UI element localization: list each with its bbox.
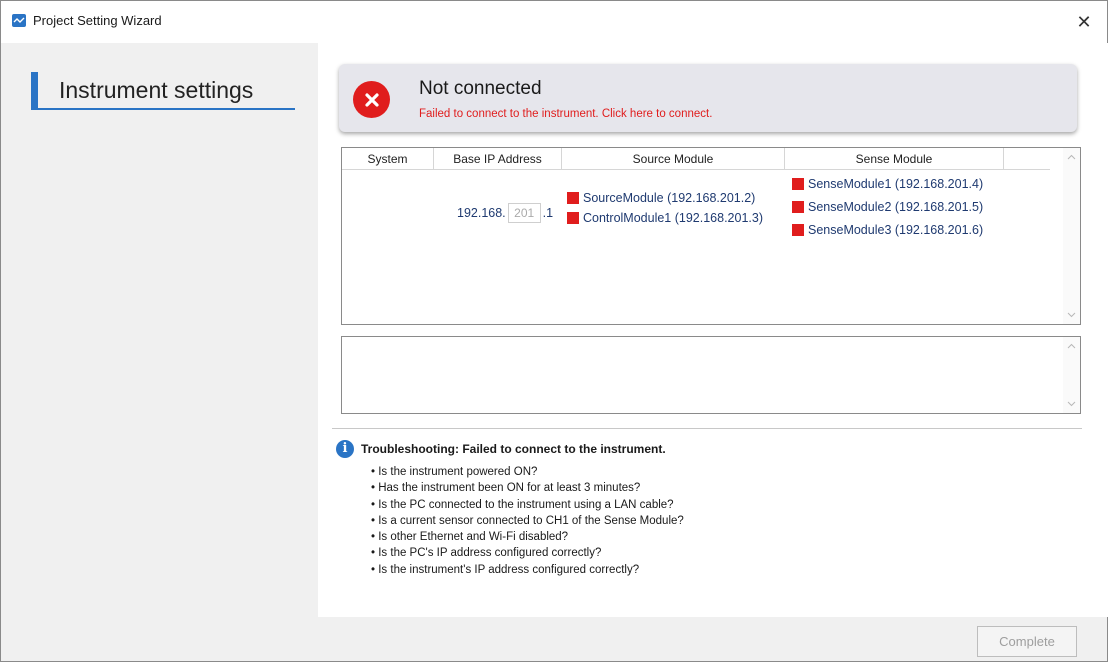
status-square bbox=[792, 201, 804, 213]
scroll-down-icon[interactable] bbox=[1067, 399, 1076, 408]
source-module-item: SourceModule (192.168.201.2) bbox=[567, 191, 755, 205]
main-content: Not connected Failed to connect to the i… bbox=[318, 43, 1108, 617]
connection-status-title: Not connected bbox=[419, 78, 542, 99]
status-square bbox=[567, 212, 579, 224]
scroll-up-icon[interactable] bbox=[1067, 342, 1076, 351]
close-button[interactable]: ✕ bbox=[1061, 1, 1107, 43]
complete-button[interactable]: Complete bbox=[977, 626, 1077, 657]
troubleshooting-list: Is the instrument powered ON? Has the in… bbox=[371, 464, 684, 578]
connect-link[interactable]: Failed to connect to the instrument. Cli… bbox=[419, 108, 712, 120]
column-header-source-module: Source Module bbox=[562, 148, 785, 170]
status-square bbox=[792, 178, 804, 190]
info-icon: i bbox=[336, 440, 354, 458]
sense-module-item: SenseModule1 (192.168.201.4) bbox=[792, 177, 983, 191]
ip-suffix: .1 bbox=[542, 206, 554, 220]
column-header-blank bbox=[1004, 148, 1050, 170]
scroll-down-icon[interactable] bbox=[1067, 310, 1076, 319]
ip-prefix: 192.168. bbox=[457, 206, 506, 220]
title-bar: Project Setting Wizard ✕ bbox=[1, 1, 1107, 43]
sidebar-item-label: Instrument settings bbox=[59, 77, 254, 103]
source-module-item: ControlModule1 (192.168.201.3) bbox=[567, 211, 763, 225]
ip-octet-input[interactable] bbox=[507, 203, 541, 223]
sense-module-item: SenseModule3 (192.168.201.6) bbox=[792, 223, 983, 237]
troubleshooting-title: Troubleshooting: Failed to connect to th… bbox=[361, 442, 666, 456]
instrument-table: System Base IP Address Source Module Sen… bbox=[341, 147, 1081, 325]
message-log bbox=[341, 336, 1081, 414]
window-title: Project Setting Wizard bbox=[33, 13, 162, 28]
list-item: Is the instrument powered ON? bbox=[371, 464, 684, 480]
status-square bbox=[792, 224, 804, 236]
list-item: Is other Ethernet and Wi-Fi disabled? bbox=[371, 529, 684, 545]
project-setting-wizard-window: Project Setting Wizard ✕ Instrument sett… bbox=[0, 0, 1108, 662]
log-scrollbar[interactable] bbox=[1063, 337, 1080, 413]
section-divider bbox=[332, 428, 1082, 429]
error-x-icon bbox=[353, 81, 390, 118]
column-header-base-ip: Base IP Address bbox=[434, 148, 562, 170]
close-icon: ✕ bbox=[1076, 11, 1092, 32]
source-module-label: SourceModule (192.168.201.2) bbox=[583, 191, 756, 205]
scroll-up-icon[interactable] bbox=[1067, 153, 1076, 162]
sense-module-label: SenseModule1 (192.168.201.4) bbox=[808, 177, 984, 191]
list-item: Is the PC connected to the instrument us… bbox=[371, 497, 684, 513]
list-item: Is the instrument's IP address configure… bbox=[371, 562, 684, 578]
status-square bbox=[567, 192, 579, 204]
app-icon bbox=[12, 14, 26, 27]
sense-module-label: SenseModule2 (192.168.201.5) bbox=[808, 200, 984, 214]
table-scrollbar[interactable] bbox=[1063, 148, 1080, 324]
list-item: Is the PC's IP address configured correc… bbox=[371, 545, 684, 561]
wizard-sidebar: Instrument settings bbox=[1, 43, 318, 617]
base-ip-address: 192.168. .1 bbox=[457, 203, 553, 223]
connection-status-banner[interactable]: Not connected Failed to connect to the i… bbox=[339, 64, 1077, 132]
column-header-system: System bbox=[342, 148, 434, 170]
sense-module-label: SenseModule3 (192.168.201.6) bbox=[808, 223, 984, 237]
list-item: Has the instrument been ON for at least … bbox=[371, 480, 684, 496]
sidebar-item-instrument-settings[interactable]: Instrument settings bbox=[31, 72, 295, 110]
source-module-label: ControlModule1 (192.168.201.3) bbox=[583, 211, 763, 225]
list-item: Is a current sensor connected to CH1 of … bbox=[371, 513, 684, 529]
column-header-sense-module: Sense Module bbox=[785, 148, 1004, 170]
sense-module-item: SenseModule2 (192.168.201.5) bbox=[792, 200, 983, 214]
